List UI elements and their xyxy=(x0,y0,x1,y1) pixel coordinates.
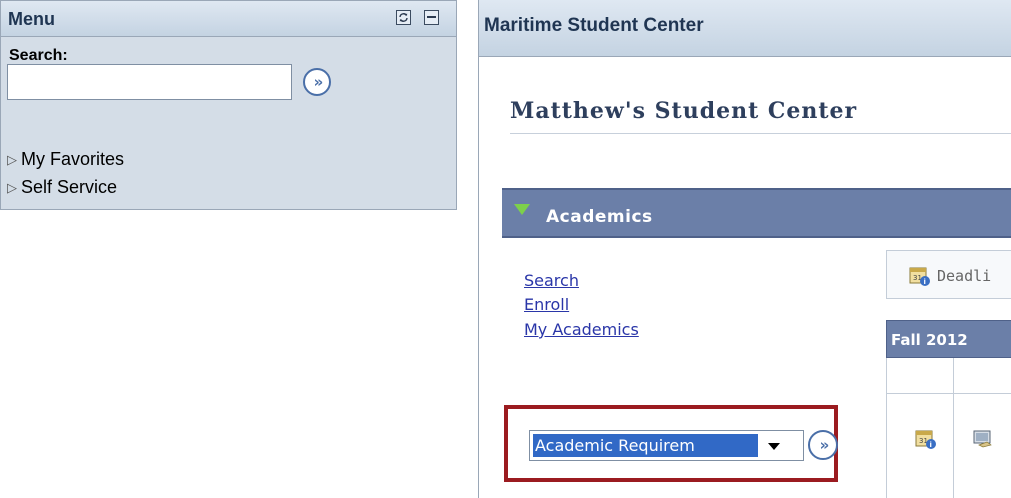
calendar-info-icon: 31 i xyxy=(909,265,931,292)
refresh-icon[interactable] xyxy=(396,10,411,25)
menu-title: Menu xyxy=(8,9,55,29)
column-divider xyxy=(953,394,954,498)
menu-item-self-service[interactable]: ▷ Self Service xyxy=(7,177,117,198)
search-link[interactable]: Search xyxy=(524,271,579,290)
schedule-header-row xyxy=(886,358,1011,394)
schedule-row: 31 i xyxy=(886,394,1011,498)
term-label: Fall 2012 xyxy=(891,331,968,349)
student-center-header: Maritime Student Center xyxy=(479,0,1011,57)
menu-item-my-favorites[interactable]: ▷ My Favorites xyxy=(7,149,124,170)
minimize-icon[interactable] xyxy=(424,10,439,25)
my-academics-link[interactable]: My Academics xyxy=(524,320,639,339)
page-title: Matthew's Student Center xyxy=(510,98,858,124)
student-center-header-title: Maritime Student Center xyxy=(484,15,704,36)
search-label: Search: xyxy=(9,47,68,64)
expand-triangle-icon[interactable] xyxy=(514,204,530,215)
academics-section-header[interactable]: Academics xyxy=(502,188,1011,238)
other-academic-selected-option: Academic Requirem xyxy=(533,434,758,457)
title-divider xyxy=(510,133,1011,134)
deadlines-label: Deadli xyxy=(937,267,992,285)
deadlines-button[interactable]: 31 i Deadli xyxy=(886,250,1011,299)
other-academic-select[interactable]: Academic Requirem xyxy=(529,430,804,461)
menu-header: Menu xyxy=(1,1,456,37)
column-divider xyxy=(953,358,954,394)
menu-item-label: My Favorites xyxy=(21,149,125,169)
menu-pagelet: Menu Search: » ▷ My Favorites ▷ Self Ser… xyxy=(0,0,457,210)
term-header: Fall 2012 xyxy=(886,320,1011,358)
dropdown-caret-icon[interactable] xyxy=(768,443,780,450)
other-academic-go-button[interactable]: » xyxy=(808,430,838,460)
svg-text:i: i xyxy=(924,278,926,286)
menu-search-input[interactable] xyxy=(7,64,292,100)
academics-label: Academics xyxy=(546,207,653,227)
triangle-right-icon: ▷ xyxy=(7,151,17,167)
book-icon[interactable] xyxy=(973,430,993,453)
enroll-link[interactable]: Enroll xyxy=(524,295,569,314)
calendar-info-icon[interactable]: 31 i xyxy=(915,428,937,455)
svg-text:i: i xyxy=(930,441,932,449)
triangle-right-icon: ▷ xyxy=(7,179,17,195)
menu-search-go-button[interactable]: » xyxy=(303,68,331,96)
student-center-pagelet: Maritime Student Center Matthew's Studen… xyxy=(478,0,1011,498)
menu-item-label: Self Service xyxy=(21,177,118,197)
